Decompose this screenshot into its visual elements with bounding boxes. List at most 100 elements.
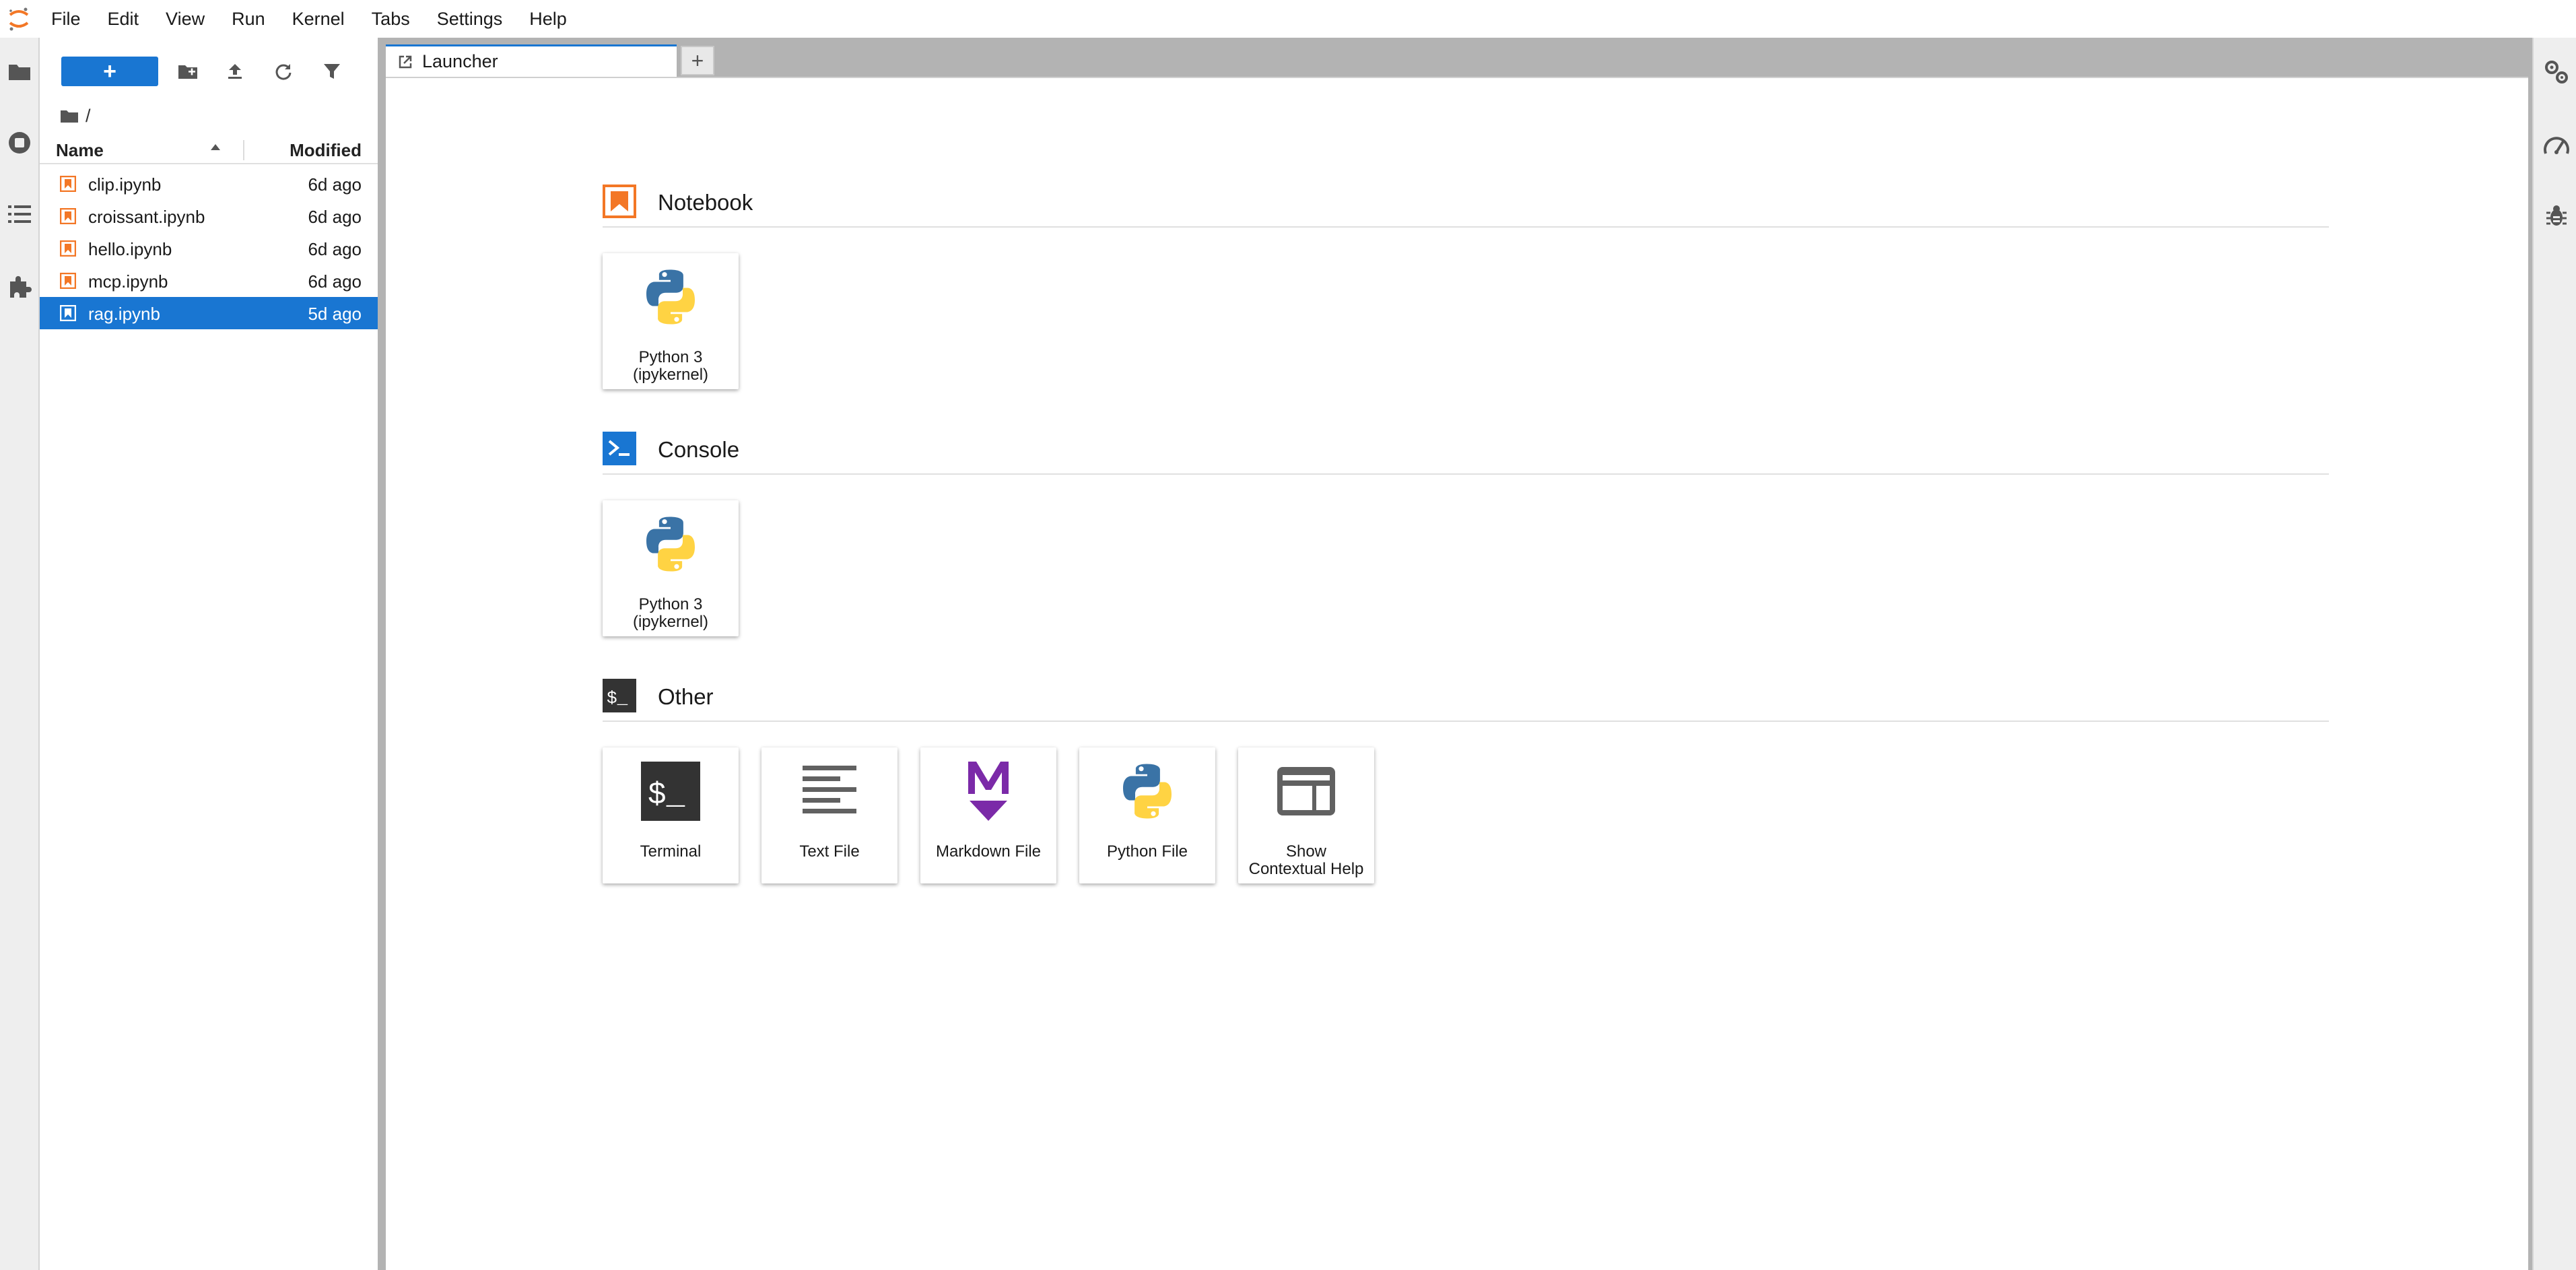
menu-help[interactable]: Help bbox=[516, 0, 580, 38]
tab-bar: Launcher + bbox=[386, 38, 2532, 77]
other-section-header: $_ Other bbox=[603, 672, 2329, 722]
table-of-contents-icon bbox=[7, 205, 31, 223]
file-list-header: Name Modified bbox=[40, 136, 378, 164]
card-label: Markdown File bbox=[935, 842, 1042, 861]
section-divider bbox=[603, 473, 2329, 475]
file-browser-tab[interactable] bbox=[0, 47, 38, 96]
breadcrumb: / bbox=[60, 102, 91, 129]
plus-icon: + bbox=[691, 48, 704, 73]
contextual-help-card[interactable]: Show Contextual Help bbox=[1238, 747, 1374, 883]
new-tab-button[interactable]: + bbox=[681, 46, 714, 75]
terminal-icon: $_ bbox=[603, 679, 636, 712]
upload-icon bbox=[228, 64, 242, 79]
file-modified: 6d ago bbox=[308, 207, 362, 227]
file-row[interactable]: clip.ipynb 6d ago bbox=[40, 168, 378, 200]
upload-button[interactable] bbox=[219, 57, 251, 86]
main-dock-area: Launcher + Notebook Python 3 (ipykernel)… bbox=[386, 38, 2532, 1270]
other-section-title: Other bbox=[658, 684, 714, 709]
file-row[interactable]: hello.ipynb 6d ago bbox=[40, 232, 378, 265]
menu-run[interactable]: Run bbox=[218, 0, 279, 38]
text-file-card[interactable]: Text File bbox=[761, 747, 897, 883]
extension-manager-tab[interactable] bbox=[0, 263, 38, 311]
file-row[interactable]: croissant.ipynb 6d ago bbox=[40, 200, 378, 232]
console-section-header: Console bbox=[603, 425, 2329, 475]
terminal-card[interactable]: $_ Terminal bbox=[603, 747, 739, 883]
refresh-icon bbox=[275, 64, 292, 80]
column-divider[interactable] bbox=[243, 140, 244, 160]
file-modified: 6d ago bbox=[308, 271, 362, 292]
markdown-icon bbox=[954, 757, 1023, 826]
filter-button[interactable] bbox=[316, 57, 348, 86]
resource-usage-tab[interactable] bbox=[2536, 121, 2576, 168]
folder-icon[interactable] bbox=[60, 108, 79, 123]
launcher-panel: Notebook Python 3 (ipykernel) Console Py… bbox=[386, 77, 2528, 1270]
running-sessions-tab[interactable] bbox=[0, 119, 38, 167]
file-row[interactable]: mcp.ipynb 6d ago bbox=[40, 265, 378, 297]
jupyterlab-window: File Edit View Run Kernel Tabs Settings … bbox=[0, 0, 2576, 1270]
notebook-icon bbox=[60, 273, 76, 289]
svg-text:$_: $_ bbox=[607, 688, 628, 708]
card-label: Python 3 (ipykernel) bbox=[632, 348, 709, 384]
file-modified: 6d ago bbox=[308, 174, 362, 195]
new-folder-icon bbox=[178, 65, 197, 79]
menu-settings[interactable]: Settings bbox=[423, 0, 516, 38]
left-activity-bar bbox=[0, 38, 40, 1270]
section-divider bbox=[603, 721, 2329, 722]
file-browser-toolbar: + bbox=[40, 54, 378, 92]
table-of-contents-tab[interactable] bbox=[0, 190, 38, 238]
breadcrumb-root[interactable]: / bbox=[86, 106, 91, 127]
file-name: clip.ipynb bbox=[88, 174, 162, 195]
panel-splitter[interactable] bbox=[378, 38, 386, 1270]
modified-column-header[interactable]: Modified bbox=[290, 140, 362, 161]
menu-tabs[interactable]: Tabs bbox=[358, 0, 423, 38]
file-name: mcp.ipynb bbox=[88, 271, 168, 292]
file-name: rag.ipynb bbox=[88, 304, 160, 324]
menu-edit[interactable]: Edit bbox=[94, 0, 153, 38]
notebook-icon bbox=[60, 208, 76, 224]
menu-view[interactable]: View bbox=[152, 0, 218, 38]
tab-launcher[interactable]: Launcher bbox=[386, 44, 677, 77]
notebook-section-header: Notebook bbox=[603, 178, 2329, 228]
plus-icon: + bbox=[103, 59, 116, 84]
new-folder-button[interactable] bbox=[172, 57, 204, 86]
python-icon bbox=[636, 263, 705, 331]
property-inspector-icon bbox=[2545, 61, 2568, 83]
python-icon bbox=[636, 510, 705, 578]
new-launcher-button[interactable]: + bbox=[61, 57, 158, 86]
extensions-icon bbox=[9, 276, 32, 298]
section-divider bbox=[603, 226, 2329, 228]
name-column-header[interactable]: Name bbox=[56, 140, 104, 161]
python-file-card[interactable]: Python File bbox=[1079, 747, 1215, 883]
debugger-tab[interactable] bbox=[2536, 193, 2576, 240]
file-name: croissant.ipynb bbox=[88, 207, 205, 227]
debugger-icon bbox=[2546, 205, 2567, 226]
notebook-python3-card[interactable]: Python 3 (ipykernel) bbox=[603, 253, 739, 389]
file-modified: 5d ago bbox=[308, 304, 362, 324]
notebook-icon bbox=[603, 185, 636, 218]
right-activity-bar bbox=[2532, 38, 2576, 1270]
refresh-button[interactable] bbox=[267, 57, 300, 86]
menu-file[interactable]: File bbox=[38, 0, 94, 38]
tab-launcher-label: Launcher bbox=[422, 51, 498, 71]
jupyter-logo-icon bbox=[0, 0, 38, 38]
card-label: Terminal bbox=[640, 842, 702, 861]
card-label: Python 3 (ipykernel) bbox=[632, 595, 709, 631]
notebook-section-title: Notebook bbox=[658, 190, 753, 215]
contextual-help-icon bbox=[1272, 757, 1341, 826]
file-browser-panel: + / Name Modified clip.ipynb 6d ago croi… bbox=[40, 38, 378, 1270]
markdown-file-card[interactable]: Markdown File bbox=[920, 747, 1056, 883]
launch-icon bbox=[399, 55, 412, 68]
card-label: Show Contextual Help bbox=[1248, 842, 1364, 878]
svg-text:$_: $_ bbox=[648, 778, 685, 813]
menu-bar: File Edit View Run Kernel Tabs Settings … bbox=[0, 0, 2576, 38]
file-row-selected[interactable]: rag.ipynb 5d ago bbox=[40, 297, 378, 329]
card-label: Text File bbox=[799, 842, 860, 861]
resource-usage-icon bbox=[2544, 137, 2569, 154]
file-name: hello.ipynb bbox=[88, 239, 172, 259]
console-python3-card[interactable]: Python 3 (ipykernel) bbox=[603, 500, 739, 636]
menu-kernel[interactable]: Kernel bbox=[279, 0, 358, 38]
folder-icon bbox=[8, 65, 30, 80]
console-icon bbox=[603, 432, 636, 465]
property-inspector-tab[interactable] bbox=[2536, 48, 2576, 96]
terminal-icon: $_ bbox=[636, 757, 705, 826]
